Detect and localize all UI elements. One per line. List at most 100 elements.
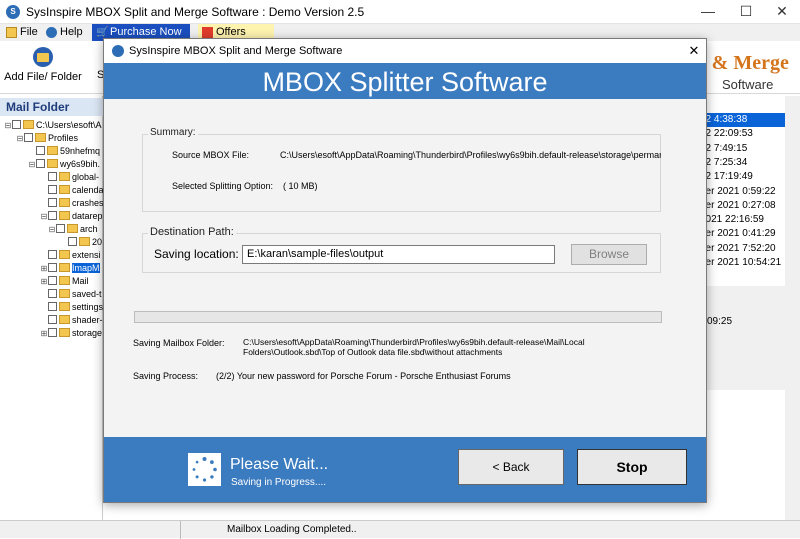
expand-icon[interactable]: ⊞: [40, 262, 48, 275]
expand-icon[interactable]: ⊞: [40, 275, 48, 288]
tree-checkbox[interactable]: [68, 237, 77, 246]
minimize-button[interactable]: —: [690, 0, 726, 24]
tree-checkbox[interactable]: [36, 146, 45, 155]
folder-icon: [59, 276, 70, 285]
folder-tree: ⊟ C:\Users\esoft\A ⊟ Profiles 59nhefmq ⊟ wy6s9…: [2, 119, 104, 340]
tree-checkbox[interactable]: [48, 185, 57, 194]
close-button[interactable]: ✕: [764, 0, 800, 24]
destination-label: Destination Path:: [148, 226, 236, 238]
folder-icon: [59, 302, 70, 311]
menu-help[interactable]: Help: [42, 24, 87, 41]
tree-checkbox[interactable]: [48, 211, 57, 220]
folder-icon: [35, 133, 46, 142]
tree-item-label: 59nhefmq: [60, 146, 101, 156]
tree-item-label: 20: [92, 237, 103, 247]
cart-icon: 🛒: [96, 27, 109, 38]
help-icon: [46, 27, 57, 38]
saving-in-progress-text: Saving in Progress....: [231, 477, 327, 488]
email-list-row[interactable]: ber 2021 0:41:29: [698, 227, 786, 241]
tree-item[interactable]: settings: [2, 301, 104, 314]
tree-checkbox[interactable]: [12, 120, 21, 129]
tree-item[interactable]: extensi: [2, 249, 104, 262]
status-divider: [180, 521, 181, 539]
tree-item-label: Profiles: [48, 133, 79, 143]
collapse-icon[interactable]: ⊟: [4, 119, 12, 132]
email-list-row[interactable]: 22 17:19:49: [698, 170, 786, 184]
email-list-row[interactable]: 2021 22:16:59: [698, 213, 786, 227]
tree-item[interactable]: ⊞ Mail: [2, 275, 104, 288]
tree-item[interactable]: global-: [2, 171, 104, 184]
add-file-folder-label: Add File/ Folder: [4, 71, 82, 83]
tree-item[interactable]: ⊟ datarep: [2, 210, 104, 223]
email-list-row[interactable]: 22 22:09:53: [698, 127, 786, 141]
saving-location-input[interactable]: E:\karan\sample-files\output: [242, 245, 555, 264]
tree-item-label: Mail: [72, 276, 89, 286]
tree-item[interactable]: ⊟ arch: [2, 223, 104, 236]
collapse-icon[interactable]: ⊟: [16, 132, 24, 145]
tree-checkbox[interactable]: [48, 172, 57, 181]
tree-checkbox[interactable]: [36, 159, 45, 168]
add-file-folder-button[interactable]: Add File/ Folder: [4, 45, 82, 91]
stop-button[interactable]: Stop: [577, 449, 687, 485]
brand-title: t & Merge: [700, 52, 789, 74]
email-list-row[interactable]: ber 2021 0:27:08: [698, 199, 786, 213]
email-list-row[interactable]: ber 2021 7:52:20: [698, 242, 786, 256]
tree-checkbox[interactable]: [24, 133, 33, 142]
tree-item[interactable]: 59nhefmq: [2, 145, 104, 158]
email-list-row[interactable]: ber 2021 10:54:21: [698, 256, 786, 270]
back-button[interactable]: < Back: [458, 449, 564, 485]
tree-checkbox[interactable]: [48, 302, 57, 311]
tree-item-label: arch: [80, 224, 98, 234]
saving-process-value: (2/2) Your new password for Porsche Foru…: [216, 371, 511, 381]
tree-checkbox[interactable]: [48, 250, 57, 259]
folder-icon: [59, 250, 70, 259]
menu-file[interactable]: File: [2, 24, 42, 41]
folder-icon: [59, 289, 70, 298]
tree-item[interactable]: crashes: [2, 197, 104, 210]
tree-checkbox[interactable]: [48, 198, 57, 207]
summary-group: [142, 134, 661, 212]
tree-checkbox[interactable]: [48, 328, 57, 337]
email-list-scrollbar[interactable]: [785, 96, 800, 286]
brand-subtitle: Software: [722, 77, 774, 92]
tree-item[interactable]: ⊟ wy6s9bih.: [2, 158, 104, 171]
tree-item[interactable]: ⊟ Profiles: [2, 132, 104, 145]
email-list-row[interactable]: 22 7:49:15: [698, 142, 786, 156]
saving-folder-line1: C:\Users\esoft\AppData\Roaming\Thunderbi…: [243, 337, 585, 347]
dialog-close-button[interactable]: ✕: [684, 41, 704, 61]
gift-icon: [202, 27, 213, 38]
maximize-button[interactable]: ☐: [728, 0, 764, 24]
browse-button[interactable]: Browse: [571, 244, 647, 265]
folder-icon: [59, 211, 70, 220]
tree-item[interactable]: ⊟ C:\Users\esoft\A: [2, 119, 104, 132]
preview-scrollbar[interactable]: [785, 390, 800, 520]
tree-item-label: ImapM: [72, 263, 100, 273]
tree-checkbox[interactable]: [56, 224, 65, 233]
please-wait-title: Please Wait...: [230, 456, 329, 473]
tree-item-label: global-: [72, 172, 100, 182]
tree-item[interactable]: saved-t: [2, 288, 104, 301]
email-preview: [697, 390, 800, 520]
menu-purchase-label: Purchase Now: [110, 26, 182, 38]
collapse-icon[interactable]: ⊟: [28, 158, 36, 171]
email-detail-time: 09:25: [707, 316, 733, 327]
tree-item[interactable]: shader-: [2, 314, 104, 327]
expand-icon[interactable]: ⊞: [40, 327, 48, 340]
tree-checkbox[interactable]: [48, 276, 57, 285]
tree-item[interactable]: calenda: [2, 184, 104, 197]
folder-icon: [67, 224, 78, 233]
tree-checkbox[interactable]: [48, 263, 57, 272]
tree-item[interactable]: ⊞ storage: [2, 327, 104, 340]
collapse-icon[interactable]: ⊟: [48, 223, 56, 236]
collapse-icon[interactable]: ⊟: [40, 210, 48, 223]
tree-checkbox[interactable]: [48, 315, 57, 324]
tree-checkbox[interactable]: [48, 289, 57, 298]
email-list-row[interactable]: 22 7:25:34: [698, 156, 786, 170]
menu-offers-label: Offers: [216, 26, 246, 38]
tree-item-label: crashes: [72, 198, 104, 208]
tree-item[interactable]: 20: [2, 236, 104, 249]
email-list-row[interactable]: ber 2021 0:59:22: [698, 185, 786, 199]
email-list-row[interactable]: 22 4:38:38: [698, 113, 786, 127]
folder-icon: [59, 315, 70, 324]
tree-item[interactable]: ⊞ ImapM: [2, 262, 104, 275]
